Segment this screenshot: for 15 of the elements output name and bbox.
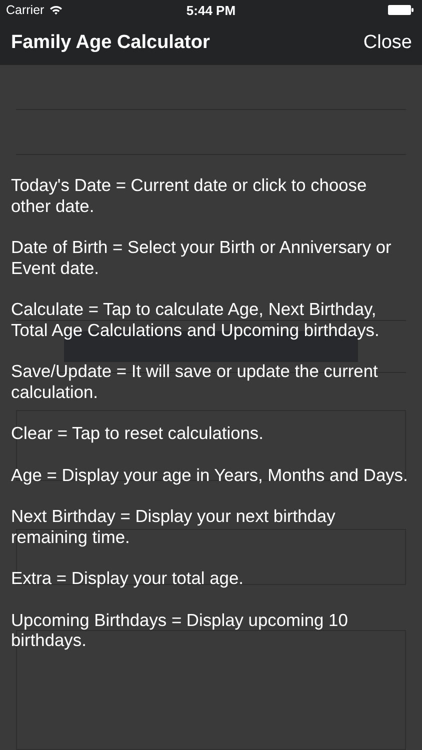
help-text: Date of Birth = Select your Birth or Anniversary or Event date. [11,237,392,278]
status-time: 5:44 PM [186,2,236,18]
help-text: Upcoming Birthdays = Display upcoming 10 birthdays. [11,610,349,652]
help-text: Calculate = Tap to calculate Age, Next Birthday, Total Age Calculations and Upcoming birthdays. [11,299,380,341]
help-text: Extra = Display your total age. [11,568,244,589]
battery-icon [388,5,414,15]
help-text: Today's Date = Current date or click to choose other date. [11,175,368,216]
carrier-name: Carrier [6,3,44,17]
help-text: Clear = Tap to reset calculations. [11,423,264,444]
help-text: Age = Display your age in Years, Months and Days. [11,464,409,486]
help-text: Save/Update = It will save or update the current calculation. [11,361,379,403]
help-text: Next Birthday = Display your next birthday remaining time. [11,506,336,548]
screen-title: Family Age Calculator [11,32,210,54]
close-button[interactable]: Close [363,32,412,54]
wifi-icon [49,4,64,14]
